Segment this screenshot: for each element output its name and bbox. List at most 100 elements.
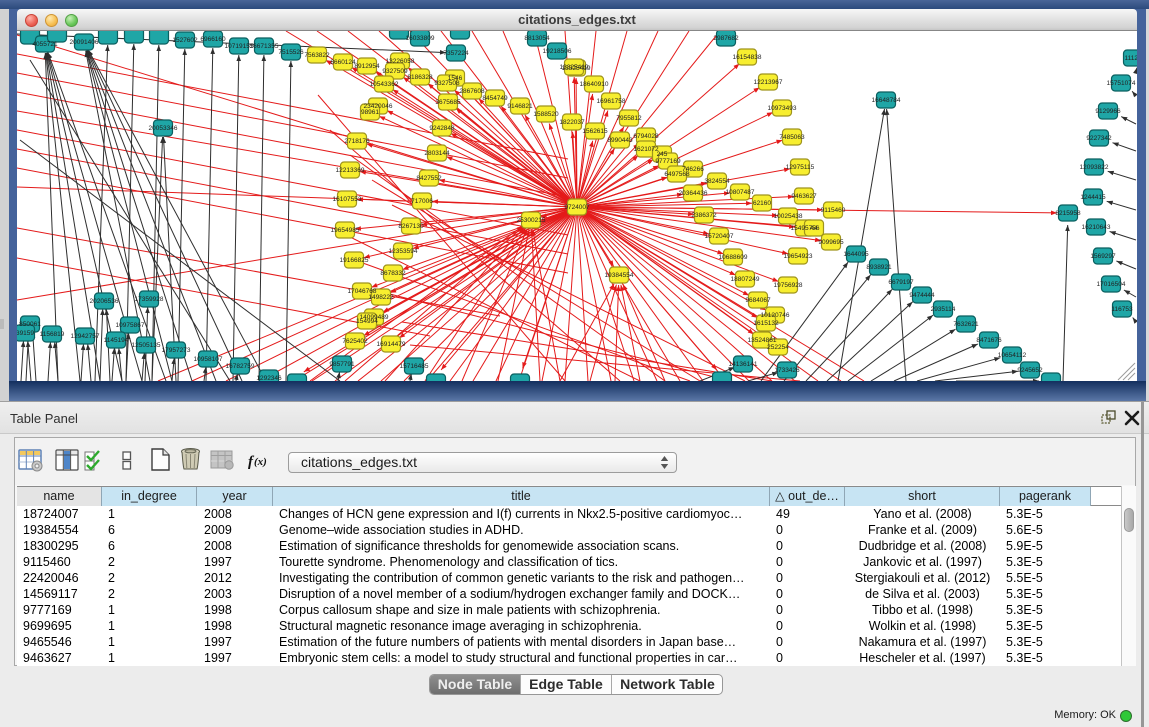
svg-text:1562615: 1562615 <box>582 128 608 135</box>
svg-text:8267130: 8267130 <box>398 223 424 230</box>
svg-text:13226058: 13226058 <box>386 58 415 65</box>
svg-text:3824554: 3824554 <box>704 178 730 185</box>
svg-text:10958107: 10958107 <box>194 356 223 363</box>
svg-text:16961758: 16961758 <box>597 98 626 105</box>
svg-text:10543362: 10543362 <box>370 81 399 88</box>
svg-text:25300215: 25300215 <box>517 217 546 224</box>
svg-text:10807487: 10807487 <box>726 189 755 196</box>
svg-text:8215958: 8215958 <box>1055 210 1081 217</box>
svg-text:7632621: 7632621 <box>953 321 979 328</box>
svg-text:14136141: 14136141 <box>729 361 758 368</box>
svg-text:9857791: 9857791 <box>329 361 355 368</box>
svg-text:16210643: 16210643 <box>1082 224 1111 231</box>
svg-text:16107553: 16107553 <box>333 196 362 203</box>
svg-text:1621072: 1621072 <box>633 146 659 153</box>
svg-text:20091406: 20091406 <box>70 39 99 46</box>
svg-text:1244415: 1244415 <box>1080 194 1106 201</box>
svg-text:154994: 154994 <box>356 318 378 325</box>
svg-text:12505135: 12505135 <box>132 342 161 349</box>
svg-text:7515526: 7515526 <box>278 49 304 56</box>
svg-text:9245652: 9245652 <box>1017 367 1043 374</box>
svg-text:1615132: 1615132 <box>753 320 779 327</box>
svg-text:13325419: 13325419 <box>560 64 589 71</box>
svg-text:19166825: 19166825 <box>340 257 369 264</box>
svg-text:20364436: 20364436 <box>679 190 708 197</box>
svg-text:18807249: 18807249 <box>731 276 760 283</box>
svg-text:15720407: 15720407 <box>705 233 734 240</box>
svg-text:6497568: 6497568 <box>664 171 690 178</box>
svg-text:62160: 62160 <box>753 200 771 207</box>
svg-text:2935114: 2935114 <box>931 306 956 313</box>
svg-text:12213967: 12213967 <box>754 79 783 86</box>
svg-text:8454749: 8454749 <box>482 95 508 102</box>
svg-text:12213369: 12213369 <box>336 167 365 174</box>
svg-text:18640910: 18640910 <box>580 81 609 88</box>
svg-text:12353594: 12353594 <box>389 248 418 255</box>
svg-text:19654923: 19654923 <box>784 253 813 260</box>
svg-text:6794028: 6794028 <box>633 133 659 140</box>
svg-text:19654985: 19654985 <box>331 227 360 234</box>
svg-text:17016504: 17016504 <box>1097 281 1126 288</box>
svg-text:8912954: 8912954 <box>354 63 380 70</box>
svg-text:(x): (x) <box>254 456 267 468</box>
svg-text:9474444: 9474444 <box>909 292 935 299</box>
svg-text:9327509: 9327509 <box>382 68 408 75</box>
svg-text:1527602: 1527602 <box>172 37 198 44</box>
svg-text:9227342: 9227342 <box>1086 135 1112 142</box>
svg-text:12975115: 12975115 <box>786 164 815 171</box>
svg-text:16782759: 16782759 <box>226 363 255 370</box>
svg-text:20206536: 20206536 <box>90 298 119 305</box>
svg-text:2386372: 2386372 <box>691 212 717 219</box>
svg-text:2803144: 2803144 <box>424 150 450 157</box>
svg-text:10688609: 10688609 <box>719 254 748 261</box>
svg-text:10973493: 10973493 <box>768 105 797 112</box>
svg-text:1733426: 1733426 <box>774 367 800 374</box>
svg-text:16648784: 16648784 <box>872 97 901 104</box>
svg-text:7563822: 7563822 <box>304 52 330 59</box>
svg-text:9129966: 9129966 <box>1095 108 1121 115</box>
svg-text:850061: 850061 <box>19 321 41 328</box>
svg-text:10654112: 10654112 <box>998 352 1027 359</box>
svg-text:12093822: 12093822 <box>1080 164 1109 171</box>
svg-text:9115460: 9115460 <box>821 207 846 214</box>
svg-text:15751074: 15751074 <box>1107 80 1136 87</box>
svg-text:245: 245 <box>657 151 668 158</box>
svg-text:8678332: 8678332 <box>380 270 406 277</box>
svg-text:16914479: 16914479 <box>377 341 406 348</box>
svg-text:6679197: 6679197 <box>888 279 914 286</box>
svg-text:2987682: 2987682 <box>713 35 739 42</box>
svg-text:17359928: 17359928 <box>135 296 164 303</box>
svg-text:8990443: 8990443 <box>607 137 633 144</box>
svg-text:12942757: 12942757 <box>71 333 100 340</box>
svg-text:7485063: 7485063 <box>779 134 805 141</box>
svg-text:1145194: 1145194 <box>104 337 129 344</box>
svg-text:9242848: 9242848 <box>429 125 455 132</box>
svg-text:8427552: 8427552 <box>416 175 442 182</box>
svg-text:19384554: 19384554 <box>605 272 634 279</box>
svg-text:2867608: 2867608 <box>459 88 485 95</box>
svg-text:9684067: 9684067 <box>745 297 771 304</box>
svg-text:16671355: 16671355 <box>250 43 279 50</box>
svg-text:1569297: 1569297 <box>1090 253 1116 260</box>
svg-text:10120746: 10120746 <box>761 312 790 319</box>
svg-text:19218506: 19218506 <box>543 48 572 55</box>
svg-text:44: 44 <box>810 225 818 232</box>
svg-text:39159: 39159 <box>17 330 34 337</box>
svg-text:17957273: 17957273 <box>162 347 191 354</box>
svg-text:7357224: 7357224 <box>443 50 469 57</box>
svg-text:8471676: 8471676 <box>976 337 1002 344</box>
svg-text:10975867: 10975867 <box>116 322 145 329</box>
svg-text:13524861: 13524861 <box>748 337 777 344</box>
svg-text:1498222: 1498222 <box>368 294 394 301</box>
svg-text:2718176: 2718176 <box>344 138 370 145</box>
svg-text:8660124: 8660124 <box>330 59 356 66</box>
svg-text:1822037: 1822037 <box>559 119 585 126</box>
svg-text:16154838: 16154838 <box>733 54 762 61</box>
svg-text:16033809: 16033809 <box>406 35 435 42</box>
svg-text:9463627: 9463627 <box>791 193 817 200</box>
svg-text:9099695: 9099695 <box>818 239 844 246</box>
svg-text:19756928: 19756928 <box>774 282 803 289</box>
svg-text:1156819: 1156819 <box>40 331 65 338</box>
svg-text:717006: 717006 <box>411 198 433 205</box>
svg-text:1292346: 1292346 <box>256 375 282 381</box>
